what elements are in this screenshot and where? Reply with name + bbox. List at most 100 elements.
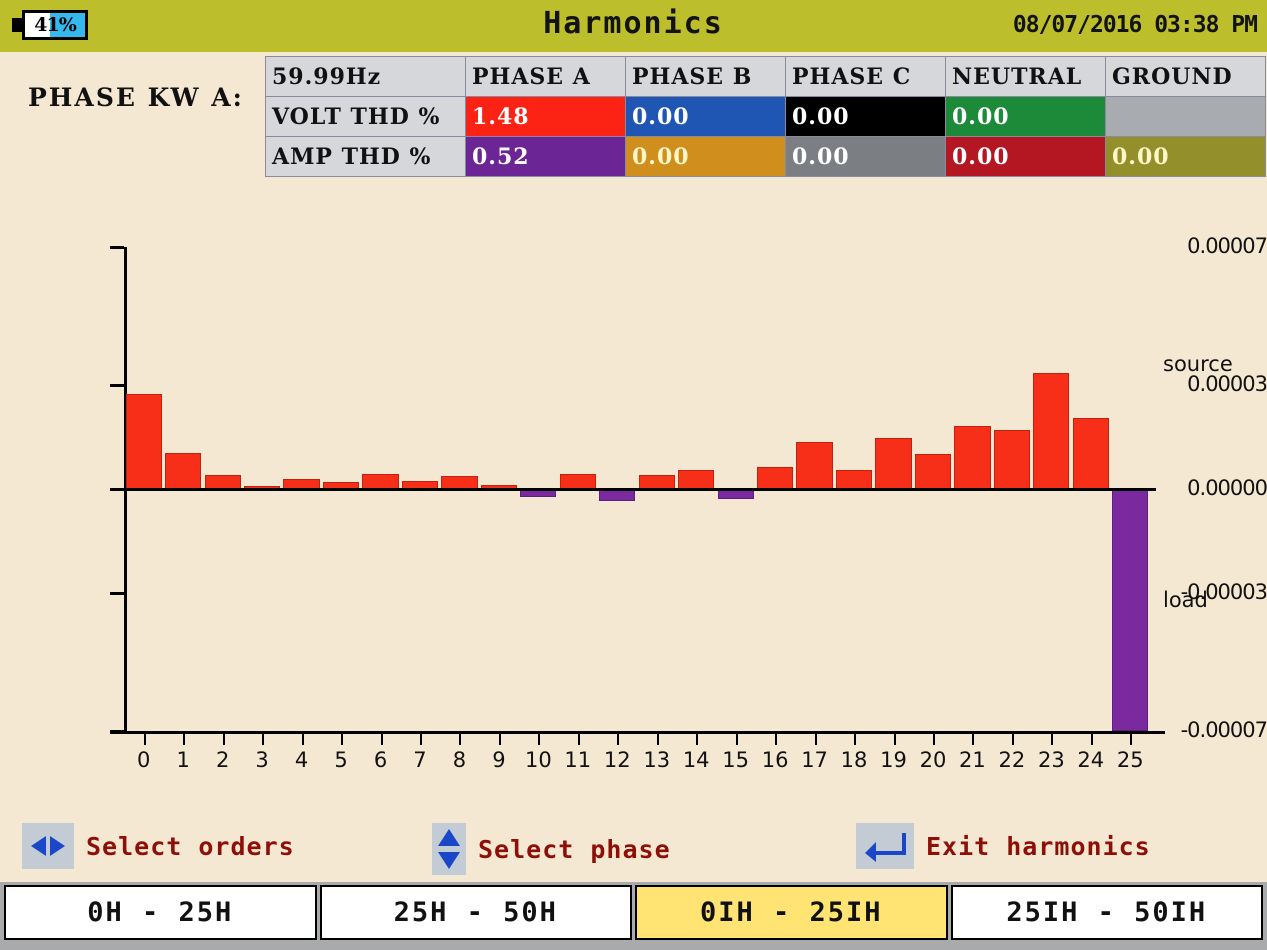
datetime-label: 08/07/2016 03:38 PM [1012,12,1258,38]
x-axis-label: 19 [880,748,907,772]
x-axis-label: 25 [1116,748,1144,772]
table-header-row: 59.99Hz PHASE A PHASE B PHASE C NEUTRAL GROUN… [265,56,1266,97]
battery-percent-label: 41% [34,14,77,36]
x-axis-tick [932,734,935,745]
x-axis-tick [577,734,580,745]
select-phase-label: Select phase [478,834,671,864]
x-axis-label: 1 [176,748,190,772]
x-axis-tick [222,734,225,745]
harmonics-screen: 41% Harmonics 08/07/2016 03:38 PM PHASE … [0,0,1267,950]
thd-value-cell: 1.48 [465,96,626,137]
up-down-arrows-icon [432,823,466,875]
x-axis-tick [617,734,620,745]
chart-bar [559,474,596,489]
x-axis-label: 11 [564,748,592,772]
x-axis-label: 15 [722,748,749,772]
x-axis-label: 21 [959,748,986,772]
range-tab-0[interactable]: 0H - 25H [4,885,317,940]
x-axis-label: 24 [1077,748,1105,772]
select-orders-button[interactable]: Select orders [22,823,295,869]
chart-bar [638,475,675,489]
x-axis-label: 7 [413,748,427,772]
chart-bar [204,475,241,489]
select-phase-button[interactable]: Select phase [432,823,671,875]
x-axis-label: 9 [492,748,506,772]
column-header: PHASE B [625,56,786,97]
title-bar: 41% Harmonics 08/07/2016 03:38 PM [0,0,1267,52]
y-axis-tick [110,730,124,733]
thd-value-cell [1105,96,1266,137]
x-axis-tick [1051,734,1054,745]
x-axis-label: 6 [373,748,388,772]
thd-value-cell: 0.00 [945,136,1106,177]
x-axis-label: 13 [643,748,671,772]
thd-value-cell: 0.00 [625,96,786,137]
chart-bar [756,466,794,489]
x-axis-tick [341,734,344,745]
x-axis-tick [262,734,265,745]
x-axis-tick [775,734,778,745]
chart-bar [1112,489,1149,731]
harmonics-chart: 0.00007 0.00003 0.00000 -0.00003 -0.00007 01… [0,200,1267,800]
range-tab-2[interactable]: 0IH - 25IH [635,885,948,940]
x-axis-tick [538,734,541,745]
zero-line [124,488,1156,491]
thd-value-cell: 0.00 [945,96,1106,137]
chart-bar [165,452,202,489]
chart-bar [796,442,833,489]
column-header: PHASE A [465,56,626,97]
chart-bar [678,469,715,489]
table-row: VOLT THD % 1.48 0.00 0.00 0.00 [265,96,1266,137]
column-header: GROUND [1105,56,1266,97]
range-tab-bar: 0H - 25H 25H - 50H 0IH - 25IH 25IH - 50IH [0,882,1267,950]
left-right-arrows-icon [22,823,74,869]
x-axis-tick [419,734,422,745]
x-axis-label: 18 [840,748,868,772]
x-axis-label: 3 [255,748,269,772]
y-axis-tick [110,384,124,388]
phase-kw-label: PHASE KW A: [28,83,244,112]
chart-bar [1072,418,1109,489]
thd-value-cell: 0.52 [465,136,626,177]
thd-value-cell: 0.00 [625,136,786,177]
exit-harmonics-button[interactable]: Exit harmonics [856,823,1151,869]
exit-harmonics-label: Exit harmonics [926,831,1151,861]
row-label: AMP THD % [265,136,466,177]
thd-table: 59.99Hz PHASE A PHASE B PHASE C NEUTRAL GROUN… [265,56,1266,177]
chart-bar [362,474,399,489]
x-axis-label: 0 [137,748,151,772]
column-header: 59.99Hz [265,56,466,97]
x-axis-label: 23 [1037,748,1065,772]
x-axis-tick [735,734,738,745]
range-tab-1[interactable]: 25H - 50H [319,885,632,940]
x-axis-tick [814,734,817,745]
chart-bar [954,426,991,489]
x-axis-tick [459,734,462,745]
x-axis-label: 20 [919,748,947,772]
y-axis-label: 0.00000 [1187,476,1267,500]
x-axis-label: 4 [294,748,309,772]
x-axis [110,731,1165,734]
range-tab-3[interactable]: 25IH - 50IH [950,885,1263,940]
x-axis-label: 17 [801,748,828,772]
thd-value-cell: 0.00 [785,136,946,177]
chart-bar [993,430,1031,489]
battery-indicator: 41% [22,10,88,40]
table-row: AMP THD % 0.52 0.00 0.00 0.00 0.00 [265,136,1266,177]
x-axis-label: 14 [682,748,710,772]
enter-arrow-icon [856,823,914,869]
x-axis-tick [656,734,659,745]
x-axis-tick [1130,734,1133,745]
select-orders-label: Select orders [86,831,295,861]
x-axis-label: 8 [452,748,467,772]
x-axis-label: 5 [334,748,348,772]
source-annotation: source [1163,352,1233,376]
y-axis-tick [110,246,124,249]
x-axis-tick [972,734,975,745]
x-axis-tick [1090,734,1093,745]
x-axis-tick [854,734,857,745]
chart-bar [1033,373,1070,489]
x-axis-label: 16 [761,748,789,772]
column-header: PHASE C [785,56,946,97]
x-axis-label: 12 [603,748,631,772]
